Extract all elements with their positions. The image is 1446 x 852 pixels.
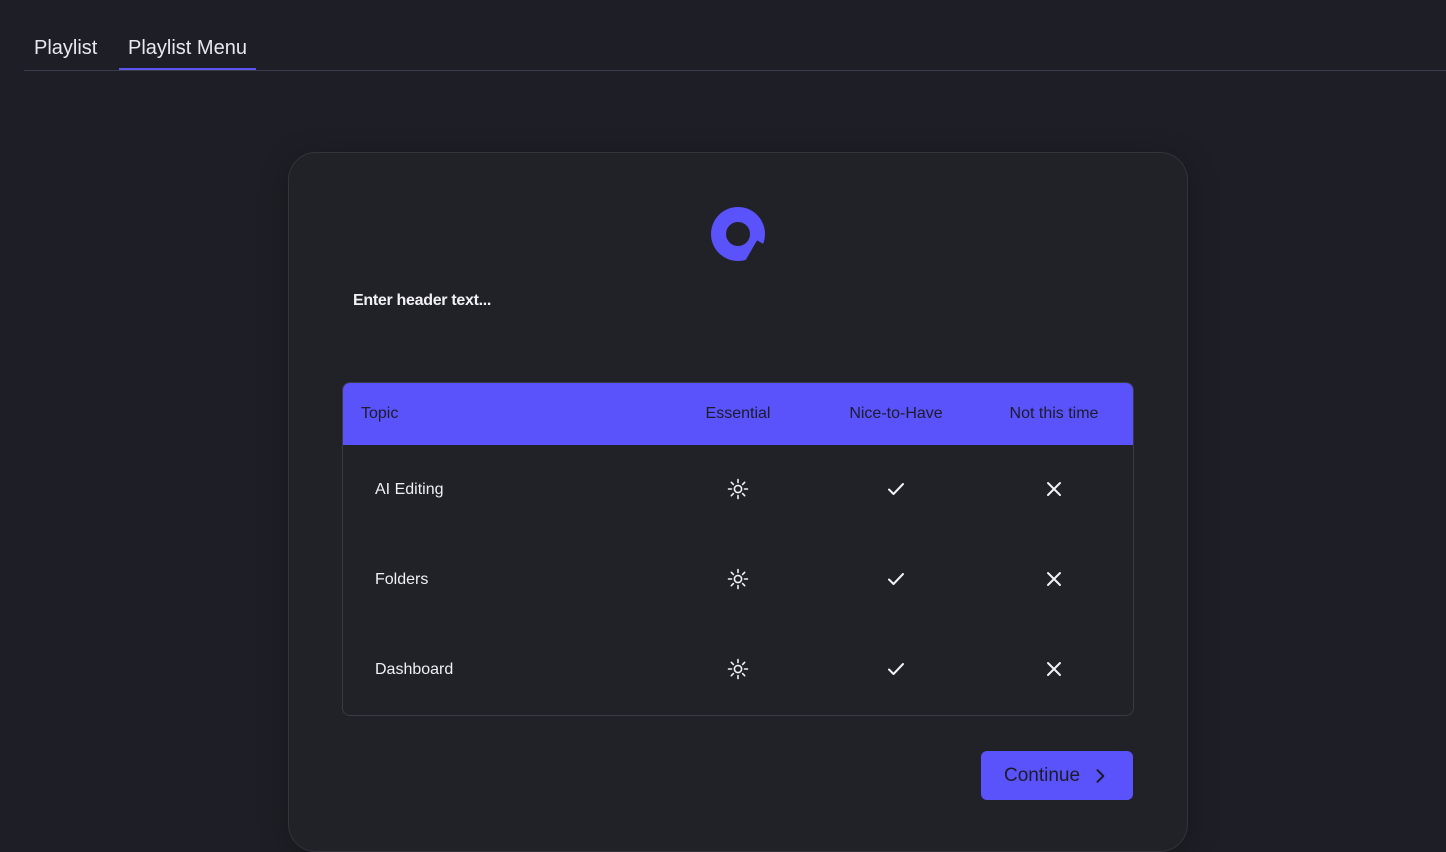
x-icon[interactable] bbox=[1042, 477, 1066, 501]
topic-table: Topic Essential Nice-to-Have Not this ti… bbox=[342, 382, 1134, 716]
tab-playlist-menu[interactable]: Playlist Menu bbox=[119, 34, 256, 70]
table-header: Topic Essential Nice-to-Have Not this ti… bbox=[343, 383, 1133, 445]
table-row: Dashboard bbox=[343, 625, 1133, 715]
sparkle-icon[interactable] bbox=[726, 657, 750, 681]
table-row: Folders bbox=[343, 535, 1133, 625]
topic-label: Folders bbox=[375, 571, 429, 588]
x-icon[interactable] bbox=[1042, 657, 1066, 681]
column-header-nice-to-have: Nice-to-Have bbox=[849, 405, 943, 422]
column-header-topic: Topic bbox=[361, 405, 399, 422]
playlist-menu-card: Enter header text... Topic Essential Nic… bbox=[288, 152, 1188, 852]
sparkle-icon[interactable] bbox=[726, 477, 750, 501]
topic-label: AI Editing bbox=[375, 481, 444, 498]
column-header-essential: Essential bbox=[705, 405, 771, 422]
check-icon[interactable] bbox=[884, 477, 908, 501]
check-icon[interactable] bbox=[884, 657, 908, 681]
sparkle-icon[interactable] bbox=[726, 567, 750, 591]
x-icon[interactable] bbox=[1042, 567, 1066, 591]
continue-label: Continue bbox=[1003, 764, 1081, 786]
check-icon[interactable] bbox=[884, 567, 908, 591]
topic-label: Dashboard bbox=[375, 661, 454, 678]
header-text[interactable]: Enter header text... bbox=[353, 292, 491, 310]
column-header-not-this-time: Not this time bbox=[1009, 405, 1099, 422]
tab-playlist[interactable]: Playlist bbox=[25, 34, 106, 71]
brand-ring-icon bbox=[711, 207, 765, 261]
tab-bar: Playlist Playlist Menu bbox=[24, 0, 1446, 71]
table-row: AI Editing bbox=[343, 445, 1133, 535]
continue-button[interactable]: Continue bbox=[981, 751, 1133, 800]
chevron-right-icon bbox=[1096, 768, 1105, 783]
